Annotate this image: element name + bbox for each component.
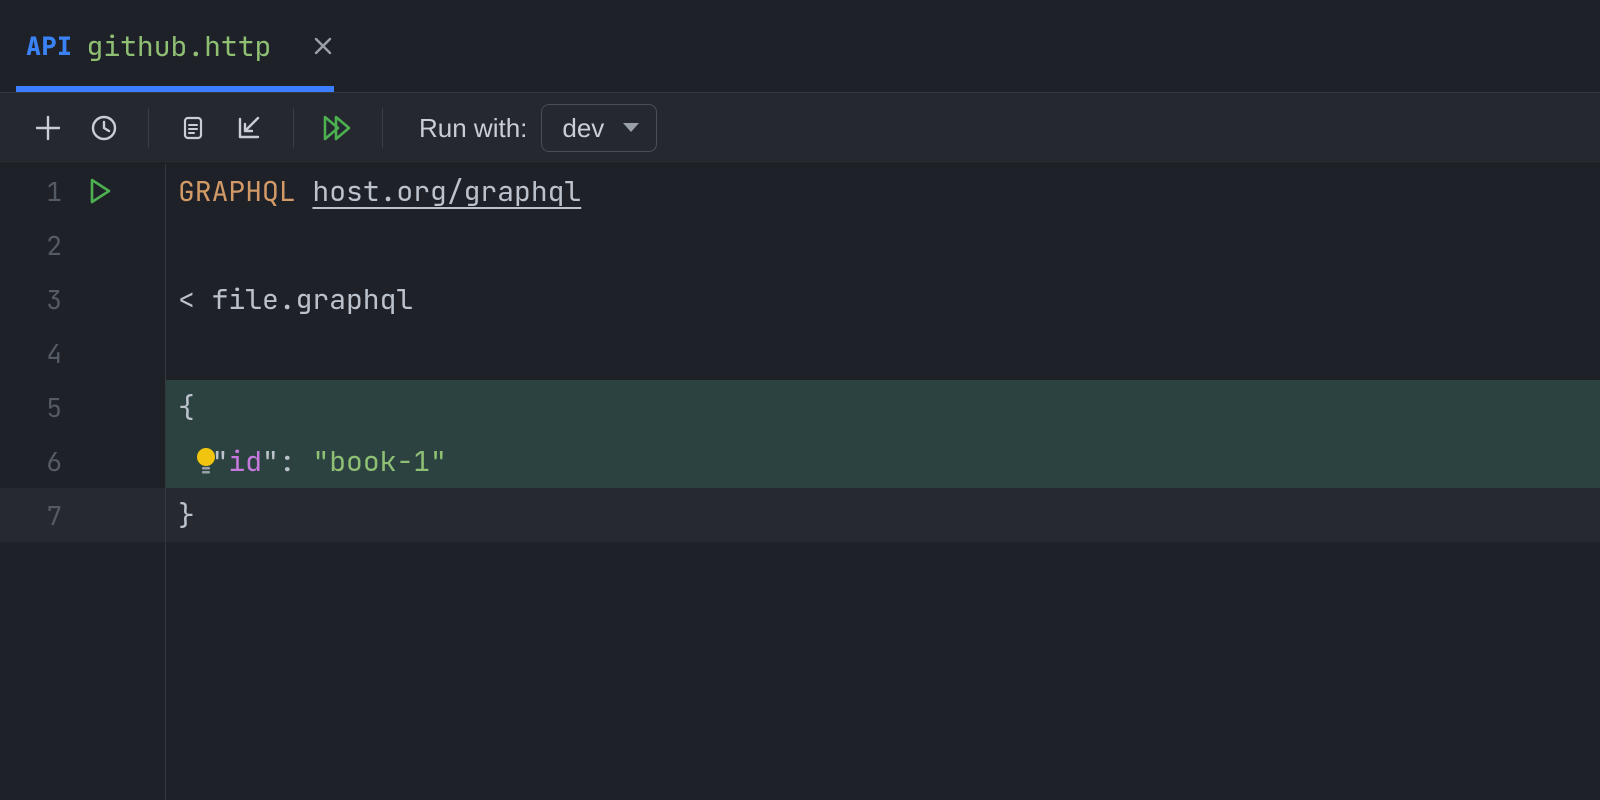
- environment-value: dev: [562, 113, 604, 144]
- gutter-line[interactable]: 4: [0, 326, 165, 380]
- tab-filename: github.http: [87, 28, 272, 65]
- json-quote: ": [262, 443, 279, 480]
- document-icon: [179, 114, 207, 142]
- code-line[interactable]: [166, 326, 1600, 380]
- editor: 1 2 3 4 5 6 7 GRAPHQL host.org/graphql <…: [0, 164, 1600, 800]
- gutter-line[interactable]: 1: [0, 164, 165, 218]
- json-value: "book-1": [312, 443, 446, 480]
- code-area[interactable]: GRAPHQL host.org/graphql < file.graphql …: [166, 164, 1600, 800]
- chevron-down-icon: [622, 122, 640, 134]
- code-line[interactable]: GRAPHQL host.org/graphql: [166, 164, 1600, 218]
- include-directive: < file.graphql: [178, 281, 413, 318]
- code-line[interactable]: [166, 218, 1600, 272]
- line-number: 4: [0, 336, 72, 371]
- brace-open: {: [178, 389, 195, 426]
- toolbar-separator: [293, 108, 294, 148]
- run-all-icon: [322, 113, 354, 143]
- json-colon: :: [279, 443, 313, 480]
- run-all-button[interactable]: [310, 100, 366, 156]
- toolbar-separator: [148, 108, 149, 148]
- code-line[interactable]: < file.graphql: [166, 272, 1600, 326]
- line-number: 7: [0, 498, 72, 533]
- plus-icon: [33, 113, 63, 143]
- run-with-label: Run with:: [419, 113, 527, 144]
- line-number: 6: [0, 444, 72, 479]
- line-number: 1: [0, 174, 72, 209]
- history-button[interactable]: [76, 100, 132, 156]
- line-number: 5: [0, 390, 72, 425]
- request-url: host.org/graphql: [312, 173, 581, 210]
- gutter-line[interactable]: 2: [0, 218, 165, 272]
- toolbar-separator: [382, 108, 383, 148]
- code-line[interactable]: {: [166, 380, 1600, 434]
- active-tab-indicator: [16, 86, 334, 92]
- environment-select[interactable]: dev: [541, 104, 657, 152]
- gutter-line[interactable]: 5: [0, 380, 165, 434]
- code-line[interactable]: "id": "book-1": [166, 434, 1600, 488]
- gutter: 1 2 3 4 5 6 7: [0, 164, 166, 800]
- run-line-button[interactable]: [86, 177, 114, 205]
- gutter-line[interactable]: 3: [0, 272, 165, 326]
- gutter-line[interactable]: 6: [0, 434, 165, 488]
- examples-button[interactable]: [165, 100, 221, 156]
- import-icon: [234, 113, 264, 143]
- gutter-line[interactable]: 7: [0, 488, 165, 542]
- line-number: 3: [0, 282, 72, 317]
- line-number: 2: [0, 228, 72, 263]
- code-line[interactable]: }: [166, 488, 1600, 542]
- api-icon: API: [26, 29, 73, 63]
- import-button[interactable]: [221, 100, 277, 156]
- play-icon: [86, 177, 114, 205]
- json-key: id: [228, 443, 262, 480]
- history-icon: [89, 113, 119, 143]
- http-method: GRAPHQL: [178, 173, 296, 210]
- add-request-button[interactable]: [20, 100, 76, 156]
- editor-toolbar: Run with: dev: [0, 92, 1600, 164]
- tab-bar: API github.http: [0, 0, 1600, 92]
- tab-github-http[interactable]: API github.http: [16, 0, 353, 92]
- lightbulb-icon: [194, 446, 218, 476]
- close-icon[interactable]: [313, 36, 333, 56]
- brace-close: }: [178, 497, 195, 534]
- intention-bulb-button[interactable]: [194, 446, 218, 476]
